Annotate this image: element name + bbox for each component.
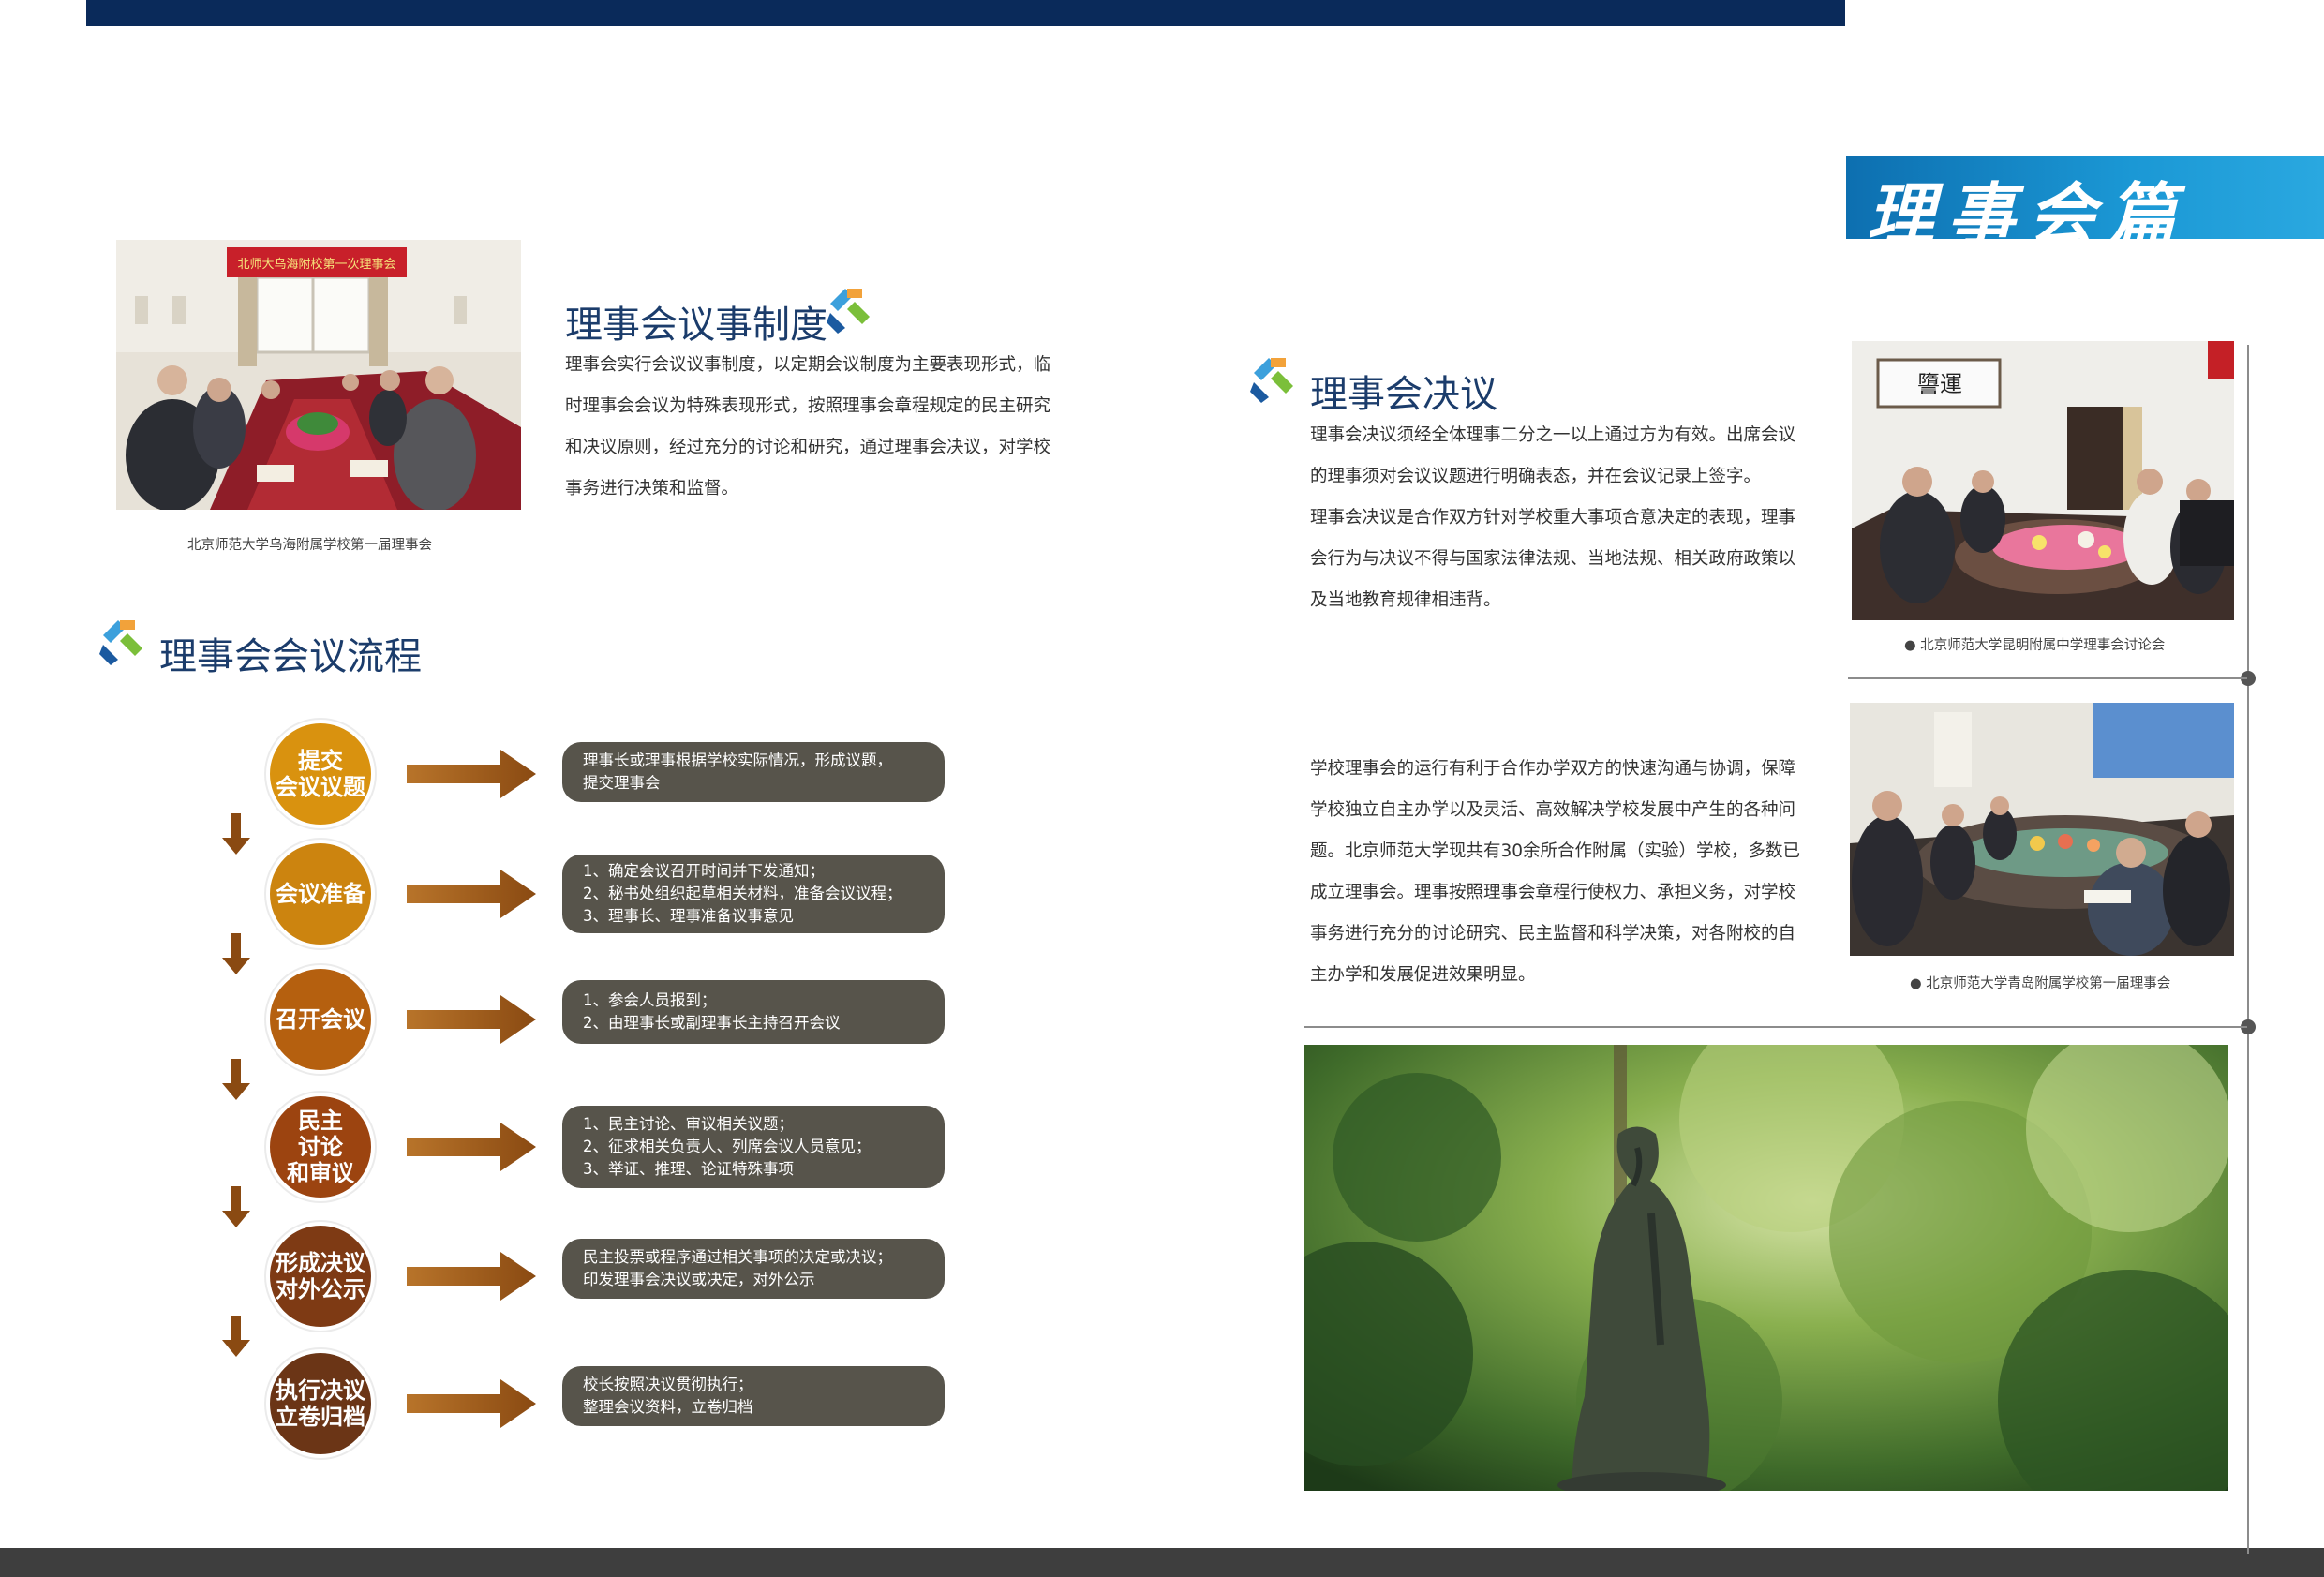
- process-step-label-line: 召开会议: [276, 1006, 365, 1033]
- resolution-line: 的理事须对会议议题进行明确表态，并在会议记录上签字。: [1310, 467, 1762, 486]
- wuhai-photo-caption: 北京师范大学乌海附属学校第一届理事会: [187, 538, 432, 553]
- qingdao-meeting-photo: [1850, 703, 2234, 956]
- process-step-label-line: 民主: [298, 1108, 343, 1134]
- process-step-circle: 召开会议: [266, 965, 375, 1074]
- down-arrow-icon: [222, 933, 250, 974]
- horizontal-divider: [1304, 1026, 2247, 1028]
- wuhai-meeting-photo: 北师大乌海附校第一次理事会: [116, 240, 521, 510]
- process-step-label: 召开会议: [276, 1006, 365, 1033]
- process-step-label: 形成决议 对外公示: [276, 1250, 365, 1302]
- process-step-label-line: 会议议题: [276, 774, 365, 800]
- process-step-label-line: 讨论: [298, 1134, 343, 1160]
- process-step-description-line: 3、举证、推理、论证特殊事项: [583, 1160, 794, 1178]
- process-step-description: 校长按照决议贯彻执行； 整理会议资料，立卷归档: [562, 1366, 945, 1426]
- meeting-system-title: 理事会议事制度: [565, 304, 827, 347]
- kunming-meeting-photo: 䜐運: [1852, 341, 2234, 620]
- process-step-description: 民主投票或程序通过相关事项的决定或决议； 印发理事会决议或决定，对外公示: [562, 1239, 945, 1299]
- process-step-label-line: 执行决议: [276, 1377, 365, 1404]
- section-title: 理事会篇: [1867, 174, 2190, 254]
- operation-body: 学校理事会的运行有利于合作办学双方的快速沟通与协调，保障 学校独立自主办学以及灵…: [1310, 749, 1800, 996]
- process-step-description-line: 1、民主讨论、审议相关议题；: [583, 1115, 794, 1133]
- process-step-circle: 民主 讨论 和审议: [266, 1093, 375, 1201]
- right-arrow-icon: [407, 870, 536, 918]
- resolution-line: 会行为与决议不得与国家法律法规、当地法规、相关政府政策以: [1310, 549, 1796, 569]
- horizontal-divider: [1848, 677, 2247, 679]
- meeting-process-title: 理事会会议流程: [159, 635, 422, 678]
- process-step-label-line: 提交: [298, 748, 343, 774]
- top-bar: [86, 0, 1845, 26]
- resolution-body: 理事会决议须经全体理事二分之一以上通过方为有效。出席会议 的理事须对会议议题进行…: [1310, 415, 1795, 621]
- resolution-line: 理事会决议是合作双方针对学校重大事项合意决定的表现，理事: [1310, 508, 1796, 528]
- operation-line: 成立理事会。理事按照理事会章程行使权力、承担义务，对学校: [1310, 883, 1796, 902]
- operation-line: 事务进行充分的讨论研究、民主监督和科学决策，对各附校的自: [1310, 924, 1796, 944]
- right-arrow-icon: [407, 1379, 536, 1428]
- section-tag: 理事会篇: [1846, 156, 2324, 254]
- process-step-description-line: 2、秘书处组织起草相关材料，准备会议议程；: [583, 885, 902, 902]
- resolution-line: 理事会决议须经全体理事二分之一以上通过方为有效。出席会议: [1310, 425, 1796, 445]
- vertical-divider: [2247, 345, 2249, 1554]
- process-step-description-line: 2、由理事长或副理事长主持召开会议: [583, 1014, 841, 1032]
- confucius-statue-photo: [1304, 1045, 2228, 1491]
- process-step-label-line: 会议准备: [276, 881, 365, 907]
- process-step-description: 1、民主讨论、审议相关议题； 2、征求相关负责人、列席会议人员意见； 3、举证、推理…: [562, 1106, 945, 1188]
- svg-text:䜐運: 䜐運: [1917, 371, 1962, 397]
- process-step-description-line: 2、征求相关负责人、列席会议人员意见；: [583, 1138, 872, 1155]
- operation-line: 学校独立自主办学以及灵活、高效解决学校发展中产生的各种问: [1310, 800, 1796, 820]
- process-step-circle: 会议准备: [266, 840, 375, 948]
- process-step-description: 理事长或理事根据学校实际情况，形成议题， 提交理事会: [562, 742, 945, 802]
- process-step-label-line: 对外公示: [276, 1276, 365, 1302]
- down-arrow-icon: [222, 1059, 250, 1100]
- logo-mark-icon: [827, 289, 870, 334]
- right-arrow-icon: [407, 1123, 536, 1171]
- process-step-description-line: 1、参会人员报到；: [583, 991, 717, 1009]
- down-arrow-icon: [222, 1186, 250, 1227]
- process-step-description-line: 3、理事长、理事准备议事意见: [583, 907, 794, 925]
- process-step-description: 1、参会人员报到； 2、由理事长或副理事长主持召开会议: [562, 980, 945, 1044]
- operation-line: 题。北京师范大学现共有30余所合作附属（实验）学校，多数已: [1310, 841, 1801, 861]
- process-step-description-line: 印发理事会决议或决定，对外公示: [583, 1271, 815, 1288]
- operation-line: 主办学和发展促进效果明显。: [1310, 965, 1536, 985]
- process-step-description-line: 1、确定会议召开时间并下发通知；: [583, 862, 825, 880]
- process-step-circle: 提交 会议议题: [266, 720, 375, 828]
- process-step-description-line: 民主投票或程序通过相关事项的决定或决议；: [583, 1248, 892, 1266]
- right-arrow-icon: [407, 1252, 536, 1301]
- process-step-label-line: 形成决议: [276, 1250, 365, 1276]
- down-arrow-icon: [222, 813, 250, 855]
- resolution-line: 及当地教育规律相违背。: [1310, 590, 1501, 610]
- logo-mark-icon: [1250, 358, 1293, 403]
- process-step-description-line: 校长按照决议贯彻执行；: [583, 1376, 753, 1393]
- down-arrow-icon: [222, 1316, 250, 1357]
- process-step-label: 会议准备: [276, 881, 365, 907]
- process-step-label: 执行决议 立卷归档: [276, 1377, 365, 1430]
- qingdao-photo-caption: ● 北京师范大学青岛附属学校第一届理事会: [1910, 976, 2171, 991]
- process-step-circle: 形成决议 对外公示: [266, 1222, 375, 1331]
- kunming-photo-caption: ● 北京师范大学昆明附属中学理事会讨论会: [1904, 638, 2166, 653]
- process-step-label-line: 立卷归档: [276, 1404, 365, 1430]
- process-step-description-line: 提交理事会: [583, 774, 661, 792]
- meeting-banner-text: 北师大乌海附校第一次理事会: [237, 257, 395, 272]
- operation-line: 学校理事会的运行有利于合作办学双方的快速沟通与协调，保障: [1310, 759, 1796, 779]
- process-step-description-line: 整理会议资料，立卷归档: [583, 1398, 753, 1416]
- process-step-description: 1、确定会议召开时间并下发通知； 2、秘书处组织起草相关材料，准备会议议程； 3、理…: [562, 855, 945, 933]
- process-step-label: 民主 讨论 和审议: [287, 1108, 354, 1186]
- right-arrow-icon: [407, 995, 536, 1044]
- bottom-bar: [0, 1548, 2324, 1577]
- logo-mark-icon: [99, 620, 142, 665]
- process-step-description-line: 理事长或理事根据学校实际情况，形成议题，: [583, 751, 892, 769]
- process-step-label-line: 和审议: [287, 1160, 354, 1186]
- process-step-label: 提交 会议议题: [276, 748, 365, 800]
- resolution-title: 理事会决议: [1310, 373, 1497, 416]
- meeting-system-body: 理事会实行会议议事制度，以定期会议制度为主要表现形式，临时理事会会议为特殊表现形…: [565, 355, 1051, 498]
- right-arrow-icon: [407, 750, 536, 798]
- process-step-circle: 执行决议 立卷归档: [266, 1349, 375, 1458]
